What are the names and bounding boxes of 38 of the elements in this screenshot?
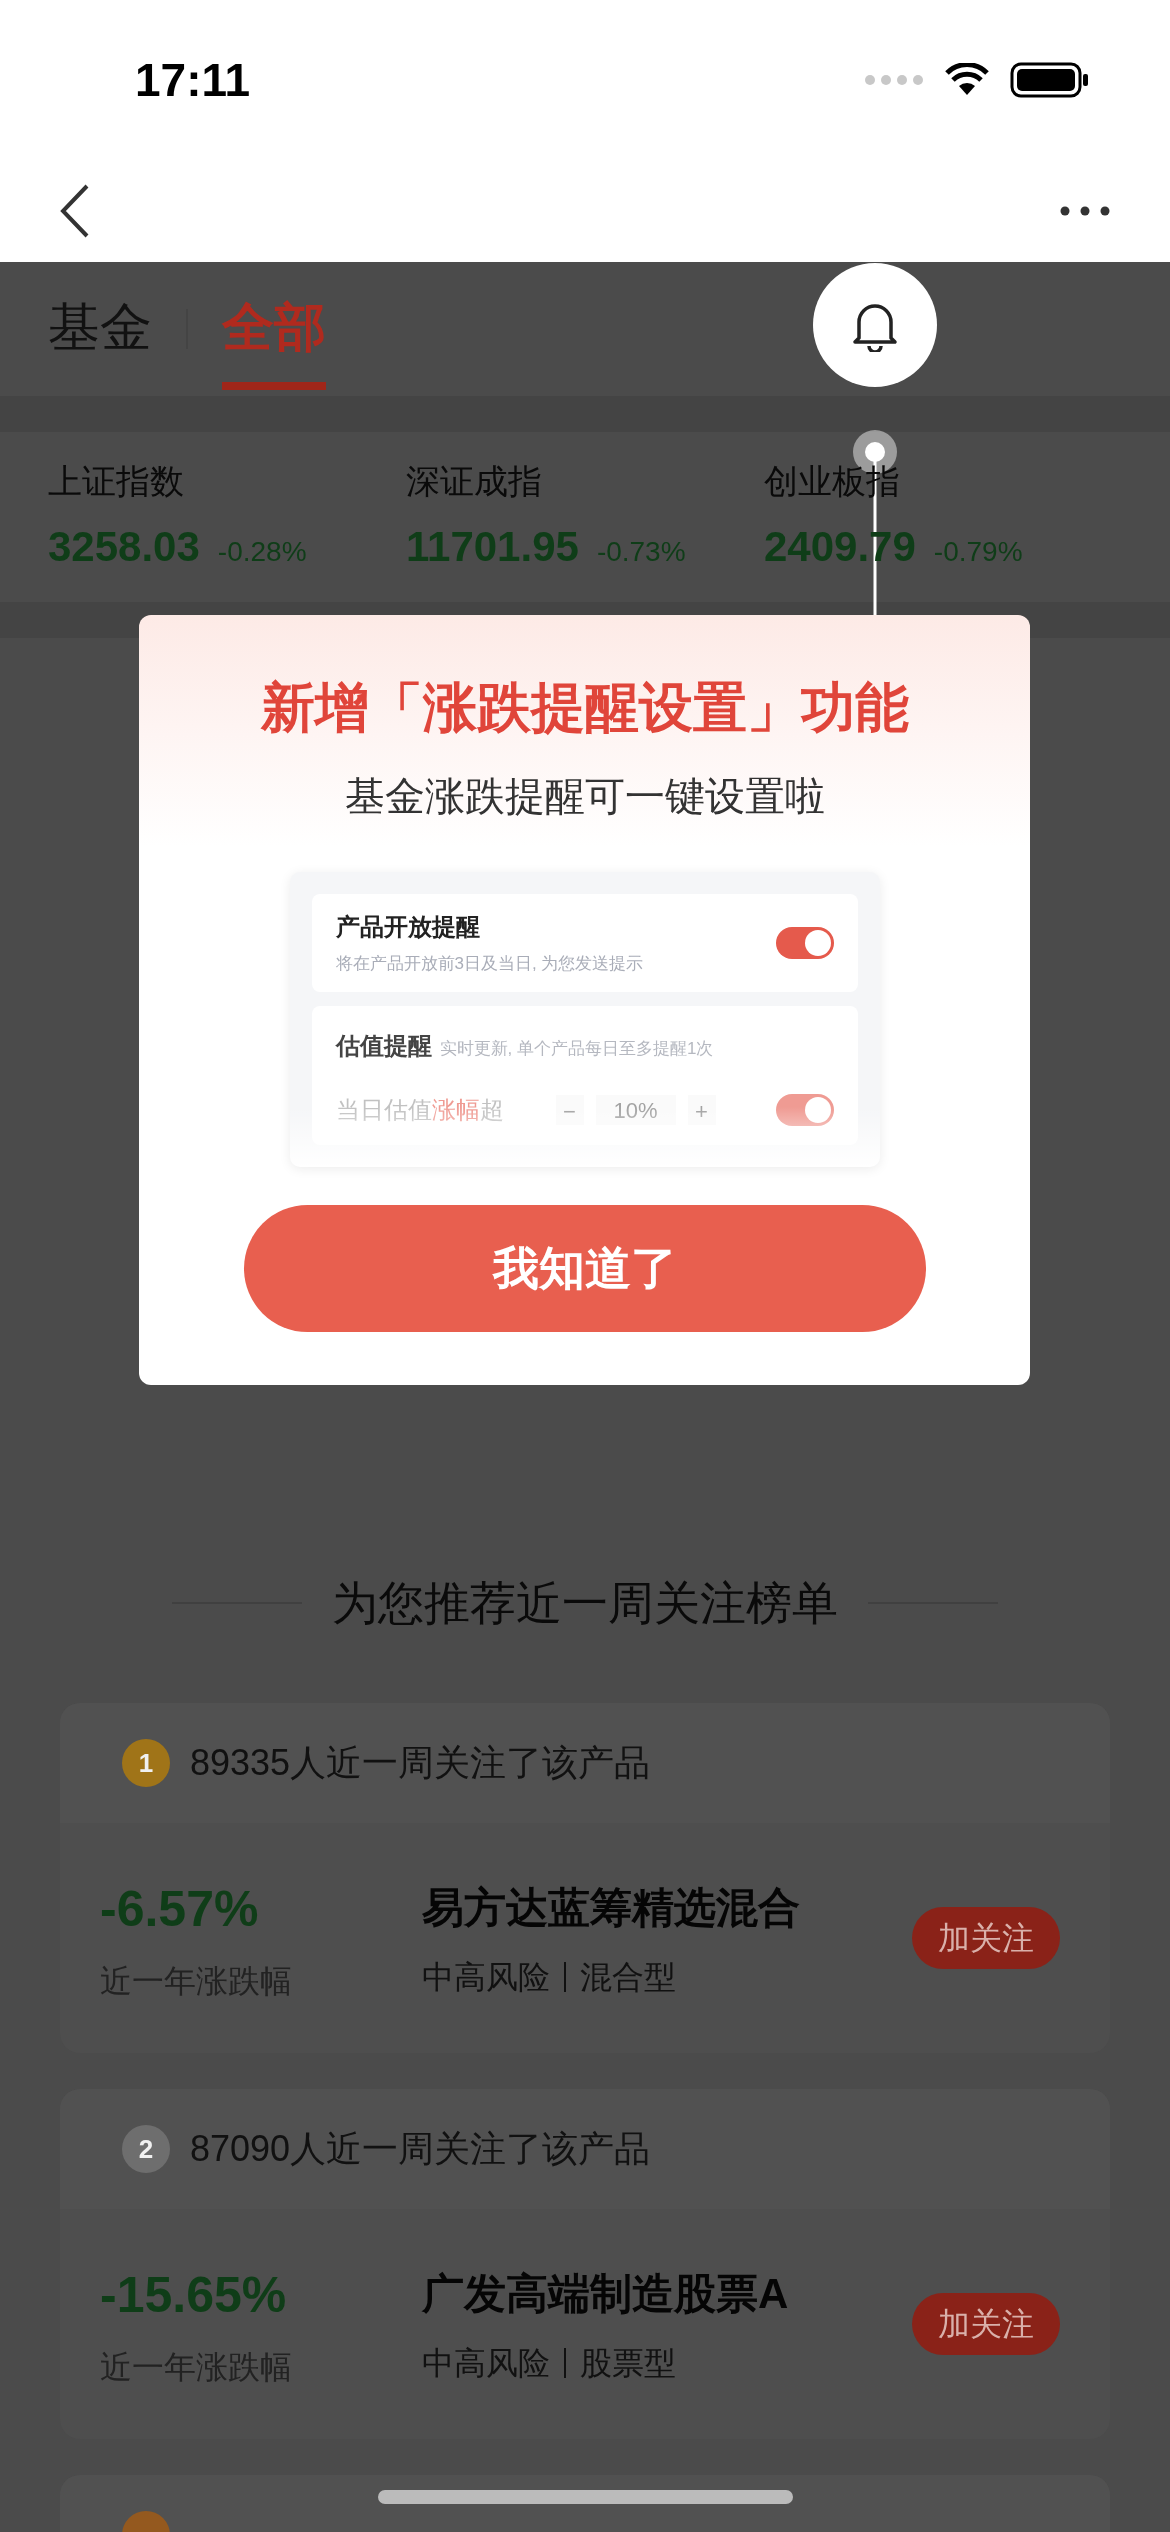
index-name: 深证成指 xyxy=(406,461,543,502)
risk-level: 中高风险 xyxy=(422,2343,550,2383)
confirm-button[interactable]: 我知道了 xyxy=(243,1205,926,1332)
more-icon[interactable] xyxy=(1060,206,1110,216)
fund-type: 股票型 xyxy=(580,2343,676,2383)
follower-count: 89335人近一周关注了该产品 xyxy=(190,1741,651,1785)
follower-count: 87090人近一周关注了该产品 xyxy=(190,2127,651,2171)
battery-icon xyxy=(1010,62,1090,98)
index-change: -0.79% xyxy=(933,535,1023,569)
medal-icon: 2 xyxy=(122,2125,170,2173)
status-time: 17:11 xyxy=(135,52,251,108)
setting-title: 估值提醒 xyxy=(335,1031,432,1062)
fund-type: 混合型 xyxy=(580,1957,676,1997)
risk-level: 中高风险 xyxy=(422,1957,550,1997)
fund-name: 广发高端制造股票A xyxy=(422,2268,790,2319)
index-change: -0.73% xyxy=(596,535,686,569)
index-change: -0.28% xyxy=(217,535,307,569)
threshold-label: 当日估值涨幅超 xyxy=(335,1095,505,1126)
setting-title: 产品开放提醒 xyxy=(335,912,481,943)
category-tab[interactable]: 基金 xyxy=(48,268,152,390)
medal-icon: 1 xyxy=(122,1739,170,1787)
follow-button[interactable]: 加关注 xyxy=(912,1907,1060,1969)
index-value: 11701.95 xyxy=(406,522,579,572)
signal-icon xyxy=(864,74,924,86)
dialog-subtitle: 基金涨跌提醒可一键设置啦 xyxy=(344,773,825,820)
section-heading: 为您推荐近一周关注榜单 xyxy=(332,1575,838,1631)
fund-name: 易方达蓝筹精选混合 xyxy=(422,1882,801,1933)
yearly-change: -15.65% xyxy=(100,2265,288,2325)
setting-description: 将在产品开放前3日及当日, 为您发送提示 xyxy=(335,953,644,976)
index-value: 3258.03 xyxy=(48,522,200,572)
wifi-icon xyxy=(944,63,990,97)
dialog-title: 新增「涨跌提醒设置」功能 xyxy=(260,676,909,739)
index-name: 上证指数 xyxy=(48,461,185,502)
follow-button[interactable]: 加关注 xyxy=(912,2293,1060,2355)
toggle-switch[interactable] xyxy=(775,927,834,960)
back-icon[interactable] xyxy=(60,184,90,238)
setting-description: 实时更新, 单个产品每日至多提醒1次 xyxy=(439,1038,714,1061)
yearly-change: -6.57% xyxy=(100,1879,260,1939)
